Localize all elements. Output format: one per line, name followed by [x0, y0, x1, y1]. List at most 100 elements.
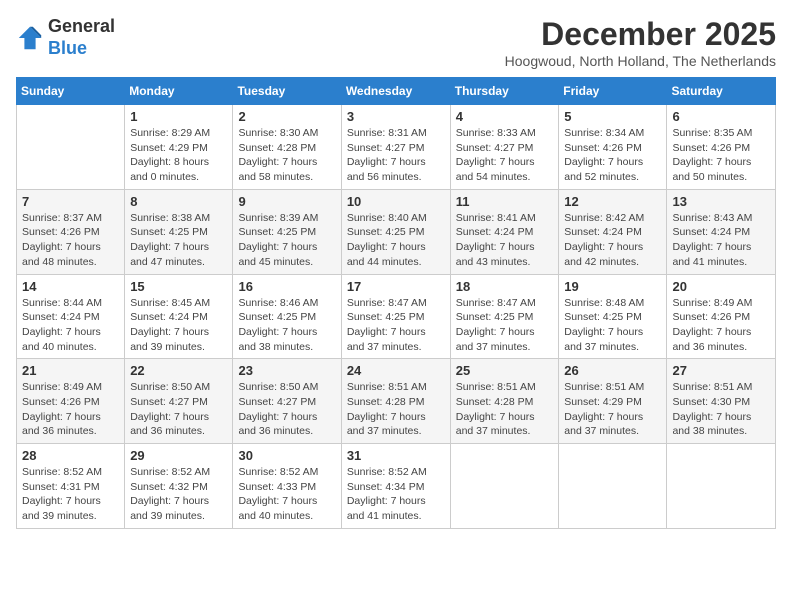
calendar-cell: 22 Sunrise: 8:50 AMSunset: 4:27 PMDayligh… [125, 359, 233, 444]
calendar-cell: 13Sunrise: 8:43 AMSunset: 4:24 PMDayligh… [667, 189, 776, 274]
day-number: 29 [130, 448, 227, 463]
calendar-cell [667, 444, 776, 529]
weekday-header-cell: Tuesday [233, 78, 341, 105]
day-number: 16 [238, 279, 335, 294]
day-info: Sunrise: 8:47 AMSunset: 4:25 PMDaylight:… [347, 296, 445, 355]
logo-general-text: General [48, 16, 115, 36]
calendar-cell: 11Sunrise: 8:41 AMSunset: 4:24 PMDayligh… [450, 189, 559, 274]
weekday-header-row: SundayMondayTuesdayWednesdayThursdayFrid… [17, 78, 776, 105]
day-info: Sunrise: 8:46 AMSunset: 4:25 PMDaylight:… [238, 296, 335, 355]
calendar-cell [559, 444, 667, 529]
calendar-cell: 30 Sunrise: 8:52 AMSunset: 4:33 PMDayligh… [233, 444, 341, 529]
calendar-week-row: 21 Sunrise: 8:49 AMSunset: 4:26 PMDayligh… [17, 359, 776, 444]
calendar-cell: 12 Sunrise: 8:42 AMSunset: 4:24 PMDayligh… [559, 189, 667, 274]
day-info: Sunrise: 8:30 AMSunset: 4:28 PMDaylight:… [238, 126, 335, 185]
day-number: 26 [564, 363, 661, 378]
day-number: 1 [130, 109, 227, 124]
day-number: 3 [347, 109, 445, 124]
page-header: General Blue December 2025 Hoogwoud, Nor… [16, 16, 776, 69]
day-number: 30 [238, 448, 335, 463]
calendar-cell: 6Sunrise: 8:35 AMSunset: 4:26 PMDaylight… [667, 105, 776, 190]
calendar-cell: 5 Sunrise: 8:34 AMSunset: 4:26 PMDaylight… [559, 105, 667, 190]
day-number: 5 [564, 109, 661, 124]
day-info: Sunrise: 8:49 AMSunset: 4:26 PMDaylight:… [22, 380, 119, 439]
calendar-cell: 31Sunrise: 8:52 AMSunset: 4:34 PMDayligh… [341, 444, 450, 529]
day-info: Sunrise: 8:34 AMSunset: 4:26 PMDaylight:… [564, 126, 661, 185]
day-number: 27 [672, 363, 770, 378]
weekday-header-cell: Thursday [450, 78, 559, 105]
day-number: 12 [564, 194, 661, 209]
calendar-cell: 3Sunrise: 8:31 AMSunset: 4:27 PMDaylight… [341, 105, 450, 190]
day-number: 19 [564, 279, 661, 294]
day-number: 24 [347, 363, 445, 378]
day-number: 4 [456, 109, 554, 124]
weekday-header-cell: Friday [559, 78, 667, 105]
day-info: Sunrise: 8:38 AMSunset: 4:25 PMDaylight:… [130, 211, 227, 270]
day-info: Sunrise: 8:50 AMSunset: 4:27 PMDaylight:… [130, 380, 227, 439]
calendar-cell: 4Sunrise: 8:33 AMSunset: 4:27 PMDaylight… [450, 105, 559, 190]
calendar-cell: 10 Sunrise: 8:40 AMSunset: 4:25 PMDayligh… [341, 189, 450, 274]
month-title: December 2025 [505, 16, 776, 53]
calendar-cell: 21 Sunrise: 8:49 AMSunset: 4:26 PMDayligh… [17, 359, 125, 444]
day-number: 21 [22, 363, 119, 378]
calendar-cell: 17Sunrise: 8:47 AMSunset: 4:25 PMDayligh… [341, 274, 450, 359]
logo: General Blue [16, 16, 115, 59]
calendar-cell: 15Sunrise: 8:45 AMSunset: 4:24 PMDayligh… [125, 274, 233, 359]
weekday-header-cell: Saturday [667, 78, 776, 105]
day-info: Sunrise: 8:50 AMSunset: 4:27 PMDaylight:… [238, 380, 335, 439]
day-number: 11 [456, 194, 554, 209]
day-info: Sunrise: 8:45 AMSunset: 4:24 PMDaylight:… [130, 296, 227, 355]
day-number: 20 [672, 279, 770, 294]
calendar-body: 1 Sunrise: 8:29 AMSunset: 4:29 PMDaylight… [17, 105, 776, 529]
day-info: Sunrise: 8:51 AMSunset: 4:28 PMDaylight:… [456, 380, 554, 439]
logo-icon [16, 24, 44, 52]
day-info: Sunrise: 8:39 AMSunset: 4:25 PMDaylight:… [238, 211, 335, 270]
day-info: Sunrise: 8:29 AMSunset: 4:29 PMDaylight:… [130, 126, 227, 185]
title-block: December 2025 Hoogwoud, North Holland, T… [505, 16, 776, 69]
day-info: Sunrise: 8:51 AMSunset: 4:29 PMDaylight:… [564, 380, 661, 439]
day-number: 22 [130, 363, 227, 378]
calendar-cell: 1 Sunrise: 8:29 AMSunset: 4:29 PMDaylight… [125, 105, 233, 190]
calendar-cell: 9 Sunrise: 8:39 AMSunset: 4:25 PMDaylight… [233, 189, 341, 274]
day-info: Sunrise: 8:52 AMSunset: 4:32 PMDaylight:… [130, 465, 227, 524]
day-info: Sunrise: 8:40 AMSunset: 4:25 PMDaylight:… [347, 211, 445, 270]
day-info: Sunrise: 8:51 AMSunset: 4:28 PMDaylight:… [347, 380, 445, 439]
day-info: Sunrise: 8:44 AMSunset: 4:24 PMDaylight:… [22, 296, 119, 355]
day-info: Sunrise: 8:49 AMSunset: 4:26 PMDaylight:… [672, 296, 770, 355]
day-number: 14 [22, 279, 119, 294]
calendar-cell: 19Sunrise: 8:48 AMSunset: 4:25 PMDayligh… [559, 274, 667, 359]
day-info: Sunrise: 8:52 AMSunset: 4:33 PMDaylight:… [238, 465, 335, 524]
calendar-table: SundayMondayTuesdayWednesdayThursdayFrid… [16, 77, 776, 529]
calendar-cell: 16 Sunrise: 8:46 AMSunset: 4:25 PMDayligh… [233, 274, 341, 359]
day-number: 10 [347, 194, 445, 209]
day-number: 23 [238, 363, 335, 378]
day-info: Sunrise: 8:43 AMSunset: 4:24 PMDaylight:… [672, 211, 770, 270]
calendar-cell: 28Sunrise: 8:52 AMSunset: 4:31 PMDayligh… [17, 444, 125, 529]
day-number: 9 [238, 194, 335, 209]
calendar-week-row: 1 Sunrise: 8:29 AMSunset: 4:29 PMDaylight… [17, 105, 776, 190]
day-info: Sunrise: 8:42 AMSunset: 4:24 PMDaylight:… [564, 211, 661, 270]
calendar-cell: 7 Sunrise: 8:37 AMSunset: 4:26 PMDaylight… [17, 189, 125, 274]
day-info: Sunrise: 8:52 AMSunset: 4:34 PMDaylight:… [347, 465, 445, 524]
calendar-cell: 27 Sunrise: 8:51 AMSunset: 4:30 PMDayligh… [667, 359, 776, 444]
location-title: Hoogwoud, North Holland, The Netherlands [505, 53, 776, 69]
day-number: 7 [22, 194, 119, 209]
calendar-cell [17, 105, 125, 190]
calendar-cell: 25 Sunrise: 8:51 AMSunset: 4:28 PMDayligh… [450, 359, 559, 444]
calendar-cell: 2 Sunrise: 8:30 AMSunset: 4:28 PMDaylight… [233, 105, 341, 190]
day-info: Sunrise: 8:37 AMSunset: 4:26 PMDaylight:… [22, 211, 119, 270]
day-number: 6 [672, 109, 770, 124]
calendar-cell: 8Sunrise: 8:38 AMSunset: 4:25 PMDaylight… [125, 189, 233, 274]
day-number: 18 [456, 279, 554, 294]
calendar-cell [450, 444, 559, 529]
calendar-cell: 14 Sunrise: 8:44 AMSunset: 4:24 PMDayligh… [17, 274, 125, 359]
calendar-cell: 18Sunrise: 8:47 AMSunset: 4:25 PMDayligh… [450, 274, 559, 359]
weekday-header-cell: Sunday [17, 78, 125, 105]
day-number: 25 [456, 363, 554, 378]
calendar-cell: 29 Sunrise: 8:52 AMSunset: 4:32 PMDayligh… [125, 444, 233, 529]
day-info: Sunrise: 8:51 AMSunset: 4:30 PMDaylight:… [672, 380, 770, 439]
calendar-week-row: 7 Sunrise: 8:37 AMSunset: 4:26 PMDaylight… [17, 189, 776, 274]
day-info: Sunrise: 8:52 AMSunset: 4:31 PMDaylight:… [22, 465, 119, 524]
day-number: 2 [238, 109, 335, 124]
calendar-week-row: 28Sunrise: 8:52 AMSunset: 4:31 PMDayligh… [17, 444, 776, 529]
